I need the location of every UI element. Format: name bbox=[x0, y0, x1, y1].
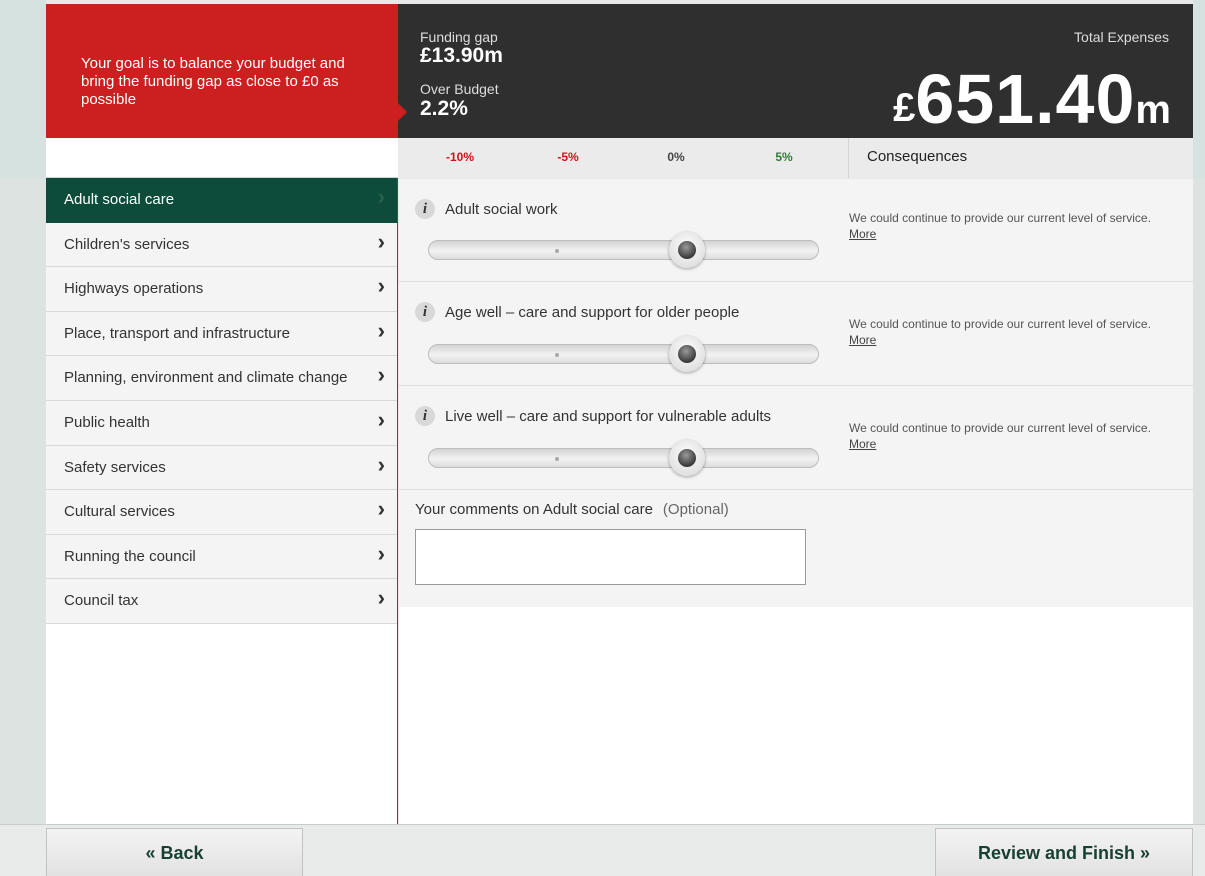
service-title: i Live well – care and support for vulne… bbox=[415, 406, 771, 426]
sidebar-item-label: Public health bbox=[64, 413, 150, 431]
review-and-finish-button[interactable]: Review and Finish » bbox=[935, 828, 1193, 876]
sidebar-item[interactable]: Cultural services › bbox=[46, 490, 397, 535]
sidebar-item[interactable]: Safety services › bbox=[46, 445, 397, 491]
service-name: Age well – care and support for older pe… bbox=[445, 303, 740, 321]
sidebar-item-label: Council tax bbox=[64, 592, 139, 610]
sidebar-item-label: Cultural services bbox=[64, 503, 175, 521]
service-title: i Age well – care and support for older … bbox=[415, 302, 739, 322]
consequence-message: We could continue to provide our current… bbox=[849, 421, 1151, 435]
sidebar-item[interactable]: Council tax › bbox=[46, 579, 397, 624]
over-budget-label: Over Budget bbox=[420, 81, 499, 97]
slider-handle[interactable] bbox=[669, 440, 705, 476]
service-name: Live well – care and support for vulnera… bbox=[445, 407, 772, 425]
scale-label-zero: 0% bbox=[667, 150, 685, 164]
category-sidebar: Adult social care › Children's services › Hi… bbox=[46, 178, 398, 824]
comments-input[interactable] bbox=[415, 529, 806, 585]
service-row: i Live well – care and support for vulne… bbox=[399, 386, 1193, 490]
service-name: Adult social work bbox=[445, 200, 558, 218]
scale-label-minus-10: -10% bbox=[445, 150, 475, 164]
sidebar-item[interactable]: Adult social care › bbox=[46, 178, 397, 223]
chevron-right-icon: › bbox=[377, 273, 385, 299]
service-title: i Adult social work bbox=[415, 199, 558, 219]
total-expenses-label: Total Expenses bbox=[1074, 29, 1169, 45]
goal-text: Your goal is to balance your budget and … bbox=[81, 55, 345, 108]
scale-label-plus-5: 5% bbox=[775, 150, 793, 164]
more-link[interactable]: More bbox=[849, 437, 876, 451]
service-row: i Age well – care and support for older … bbox=[399, 282, 1193, 386]
info-icon[interactable]: i bbox=[415, 302, 435, 322]
comments-section: Your comments on Adult social care (Optio… bbox=[399, 490, 1193, 607]
consequence-text: We could continue to provide our current… bbox=[849, 420, 1169, 452]
chevron-right-icon: › bbox=[377, 184, 385, 209]
sidebar-item-label: Safety services bbox=[64, 458, 166, 476]
total-expenses-value: £651.40m bbox=[893, 64, 1171, 134]
consequence-text: We could continue to provide our current… bbox=[849, 210, 1169, 242]
service-slider[interactable] bbox=[428, 440, 819, 476]
total-number: 651.40 bbox=[915, 60, 1136, 138]
chevron-right-icon: › bbox=[377, 406, 385, 432]
slider-tick bbox=[555, 457, 559, 461]
consequence-message: We could continue to provide our current… bbox=[849, 317, 1151, 331]
service-slider[interactable] bbox=[428, 232, 819, 268]
percentage-scale: -10% -5% 0% 5% bbox=[398, 138, 848, 178]
total-unit: m bbox=[1135, 88, 1171, 132]
over-budget-value: 2.2% bbox=[420, 97, 468, 120]
budget-summary: Funding gap £13.90m Over Budget 2.2% Tot… bbox=[398, 4, 1193, 138]
slider-tick bbox=[555, 249, 559, 253]
funding-gap-value: £13.90m bbox=[420, 44, 503, 67]
goal-banner-pointer bbox=[398, 103, 407, 121]
sidebar-item-label: Place, transport and infrastructure bbox=[64, 324, 290, 342]
scale-label-minus-5: -5% bbox=[557, 150, 579, 164]
chevron-right-icon: › bbox=[377, 317, 385, 343]
sidebar-item[interactable]: Public health › bbox=[46, 400, 397, 446]
more-link[interactable]: More bbox=[849, 333, 876, 347]
chevron-right-icon: › bbox=[377, 585, 385, 611]
comments-label-text: Your comments on Adult social care bbox=[415, 501, 653, 518]
sidebar-item-label: Planning, environment and climate change bbox=[64, 369, 348, 387]
more-link[interactable]: More bbox=[849, 227, 876, 241]
page-margin-top-left bbox=[0, 0, 46, 178]
info-icon[interactable]: i bbox=[415, 199, 435, 219]
goal-banner: Your goal is to balance your budget and … bbox=[46, 4, 398, 138]
sidebar-item[interactable]: Highways operations › bbox=[46, 267, 397, 312]
sidebar-item-label: Children's services bbox=[64, 235, 190, 253]
sidebar-item[interactable]: Place, transport and infrastructure › bbox=[46, 311, 397, 357]
consequence-text: We could continue to provide our current… bbox=[849, 316, 1169, 348]
consequence-message: We could continue to provide our current… bbox=[849, 211, 1151, 225]
chevron-right-icon: › bbox=[377, 362, 385, 388]
chevron-right-icon: › bbox=[377, 228, 385, 254]
chevron-right-icon: › bbox=[377, 540, 385, 566]
funding-gap-label: Funding gap bbox=[420, 29, 498, 45]
back-button[interactable]: « Back bbox=[46, 828, 303, 876]
service-panel: i Adult social work We could continue to… bbox=[399, 179, 1193, 824]
scale-bar: -10% -5% 0% 5% Consequences bbox=[46, 138, 1193, 178]
sidebar-item-label: Highways operations bbox=[64, 280, 204, 298]
sidebar-item[interactable]: Planning, environment and climate change… bbox=[46, 356, 397, 401]
slider-handle[interactable] bbox=[669, 232, 705, 268]
comments-optional-label: (Optional) bbox=[662, 501, 729, 518]
comments-label: Your comments on Adult social care (Optio… bbox=[415, 501, 729, 518]
slider-handle[interactable] bbox=[669, 336, 705, 372]
sidebar-item[interactable]: Running the council › bbox=[46, 534, 397, 580]
service-row: i Adult social work We could continue to… bbox=[399, 179, 1193, 282]
total-currency: £ bbox=[893, 86, 916, 130]
service-slider[interactable] bbox=[428, 336, 819, 372]
sidebar-item-label: Adult social care bbox=[64, 191, 175, 208]
chevron-right-icon: › bbox=[377, 496, 385, 522]
sidebar-item-label: Running the council bbox=[64, 547, 196, 565]
slider-tick bbox=[555, 353, 559, 357]
sidebar-item[interactable]: Children's services › bbox=[46, 222, 397, 268]
info-icon[interactable]: i bbox=[415, 406, 435, 426]
consequences-heading: Consequences bbox=[848, 138, 1193, 178]
page-margin-top-right bbox=[1193, 0, 1205, 178]
chevron-right-icon: › bbox=[377, 451, 385, 477]
